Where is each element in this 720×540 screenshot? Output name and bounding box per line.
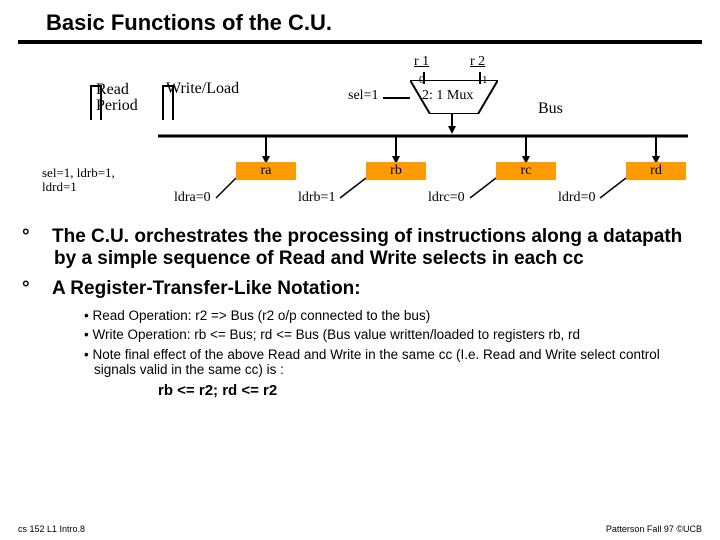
reg-rb: rb: [366, 162, 426, 180]
mux-label: 2: 1 Mux: [422, 88, 473, 104]
ldrc-label: ldrc=0: [428, 190, 465, 206]
reg-rc: rc: [496, 162, 556, 180]
diagram: Read Period Write/Load r 1 r 2 0 1 2: 1 …: [18, 50, 702, 220]
sel-annotation: sel=1, ldrb=1, ldrd=1: [42, 166, 115, 194]
sub-2: • Write Operation: rb <= Bus; rd <= Bus …: [84, 327, 702, 343]
bullet-list: °The C.U. orchestrates the processing of…: [18, 226, 702, 399]
title-rule: [18, 40, 702, 44]
slide-title: Basic Functions of the C.U.: [18, 8, 702, 40]
mux: 0 1 2: 1 Mux: [410, 80, 498, 114]
diagram-lines: [18, 50, 718, 220]
sub-4: rb <= r2; rd <= r2: [158, 382, 702, 399]
mux-in1: 1: [482, 74, 488, 86]
bus-label: Bus: [538, 100, 563, 118]
bullet-1: °The C.U. orchestrates the processing of…: [38, 226, 702, 270]
ldrd-label: ldrd=0: [558, 190, 595, 206]
ldra-label: ldra=0: [174, 190, 211, 206]
sub-1: • Read Operation: r2 => Bus (r2 o/p conn…: [84, 308, 702, 324]
r2-label: r 2: [470, 54, 485, 70]
write-load-label: Write/Load: [166, 80, 239, 98]
mux-in0: 0: [419, 74, 425, 86]
r1-label: r 1: [414, 54, 429, 70]
read-period-label: Read Period: [96, 82, 138, 114]
footer-left: cs 152 L1 Intro.8: [18, 524, 85, 534]
sub-3: • Note final effect of the above Read an…: [84, 347, 702, 378]
footer-right: Patterson Fall 97 ©UCB: [606, 524, 702, 534]
reg-ra: ra: [236, 162, 296, 180]
footer: cs 152 L1 Intro.8 Patterson Fall 97 ©UCB: [18, 524, 702, 534]
bullet-2: °A Register-Transfer-Like Notation:: [38, 278, 702, 300]
ldrb-label: ldrb=1: [298, 190, 335, 206]
reg-rd: rd: [626, 162, 686, 180]
sel-label: sel=1: [348, 88, 378, 104]
